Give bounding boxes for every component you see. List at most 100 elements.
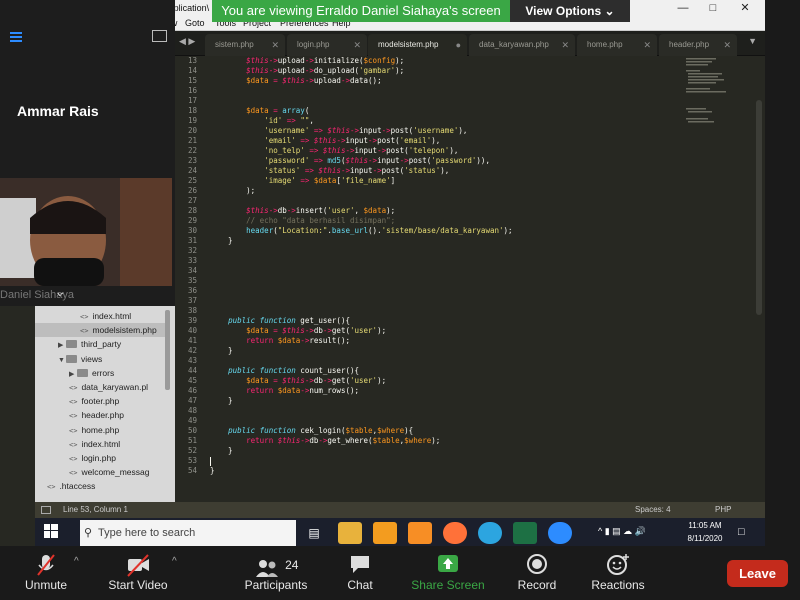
line-number: 43 — [187, 356, 197, 365]
participants-button[interactable]: 24 Participants — [240, 552, 312, 598]
telegram-icon[interactable] — [478, 522, 502, 544]
line-number: 18 — [187, 106, 197, 115]
folder-icon — [77, 368, 88, 377]
unsaved-dot-icon[interactable]: ● — [456, 34, 461, 56]
tab-close-icon[interactable]: ✕ — [353, 34, 361, 56]
sublime-text-icon[interactable] — [408, 522, 432, 544]
record-button[interactable]: Record — [514, 552, 560, 598]
share-screen-icon — [410, 552, 486, 578]
audio-options-caret-icon[interactable]: ^ — [74, 556, 79, 567]
indent-setting[interactable]: Spaces: 4 — [635, 502, 671, 518]
participant-video[interactable] — [0, 178, 172, 286]
line-number: 40 — [187, 326, 197, 335]
windows-start-icon[interactable] — [44, 524, 58, 538]
line-number: 22 — [187, 146, 197, 155]
firefox-icon[interactable] — [443, 522, 467, 544]
sidebar-file[interactable]: <> login.php — [35, 451, 165, 465]
search-icon: ⚲ — [84, 527, 93, 539]
menu-item[interactable]: Goto — [185, 18, 205, 28]
minimap[interactable] — [682, 56, 752, 502]
sidebar-item-label: views — [81, 353, 103, 364]
sidebar-item-label: .htaccess — [59, 481, 96, 492]
tab-close-icon[interactable]: ✕ — [271, 34, 279, 56]
leave-button[interactable]: Leave — [727, 560, 788, 587]
tab-close-icon[interactable]: ✕ — [643, 34, 651, 56]
notification-icon[interactable]: □ — [738, 526, 745, 538]
sidebar-file[interactable]: <> header.php — [35, 408, 165, 422]
tab-nav-arrows-icon[interactable]: ◀ ▶ — [179, 36, 195, 47]
sidebar-file[interactable]: <> welcome_messag — [35, 465, 165, 479]
sidebar-file[interactable]: <> modelsistem.php — [35, 323, 165, 338]
panel-menu-icon[interactable] — [10, 30, 22, 42]
start-video-label: Start Video — [108, 578, 168, 592]
line-number: 21 — [187, 136, 197, 145]
sidebar-file[interactable]: <> index.html — [35, 309, 165, 323]
code-line: header("Location:".base_url().'sistem/ba… — [246, 226, 513, 235]
sidebar-scrollbar[interactable] — [165, 310, 170, 390]
code-line: return $this->db->get_where($table,$wher… — [246, 436, 441, 445]
unmute-label: Unmute — [24, 578, 68, 592]
code-line: $data = $this->db->get('user'); — [246, 376, 387, 385]
sidebar-item-label: login.php — [81, 453, 116, 463]
minimize-icon[interactable]: — — [668, 0, 698, 17]
line-number: 28 — [187, 206, 197, 215]
panel-toggle-icon[interactable] — [41, 506, 51, 514]
tab-overflow-icon[interactable]: ▼ — [748, 36, 757, 46]
code-editor[interactable]: $this->upload->initialize($config); $thi… — [210, 56, 680, 502]
file-explorer-icon[interactable] — [338, 522, 362, 544]
sidebar-file[interactable]: <> footer.php — [35, 394, 165, 408]
close-icon[interactable]: ✕ — [730, 0, 760, 17]
xampp-icon[interactable] — [373, 522, 397, 544]
tab-editor-file[interactable]: data_karyawan.php ✕ — [469, 34, 575, 56]
view-options-button[interactable]: View Options ⌄ — [510, 0, 630, 22]
panel-layout-icon[interactable] — [152, 30, 167, 42]
sidebar-folder[interactable]: ▶ third_party — [35, 337, 165, 351]
unmute-button[interactable]: Unmute — [20, 552, 72, 598]
line-number: 13 — [187, 56, 197, 65]
sidebar-folder[interactable]: ▼ views — [35, 352, 165, 366]
task-view-icon[interactable]: ▤ — [302, 522, 326, 544]
taskbar-clock[interactable]: 11:05 AM 8/11/2020 — [676, 519, 734, 545]
system-tray-icons[interactable]: ^ ▮ ▤ ☁ 🔊 — [598, 526, 646, 537]
code-line: } — [210, 446, 233, 455]
tab-editor-file[interactable]: sistem.php ✕ — [205, 34, 285, 56]
editor-tab-bar: ◀ ▶ ▼ sistem.php ✕ login.php ✕ modelsistem.p… — [175, 31, 765, 56]
editor-scrollbar[interactable] — [756, 100, 762, 315]
sidebar-file[interactable]: <> index.html — [35, 437, 165, 451]
share-screen-button[interactable]: Share Screen — [410, 552, 486, 598]
line-number: 39 — [187, 316, 197, 325]
share-screen-label: Share Screen — [411, 578, 485, 592]
tab-close-icon[interactable]: ✕ — [561, 34, 569, 56]
sidebar-folder[interactable]: ▶ errors — [35, 366, 165, 380]
right-margin — [765, 0, 800, 546]
start-video-button[interactable]: Start Video — [104, 552, 172, 598]
chat-button[interactable]: Chat — [340, 552, 380, 598]
code-line: 'image' => $data['file_name'] — [264, 176, 396, 185]
code-line: return $data->num_rows(); — [246, 386, 360, 395]
reactions-button[interactable]: Reactions — [588, 552, 648, 598]
taskbar-search-input[interactable]: ⚲ Type here to search — [80, 520, 296, 546]
code-line: } — [210, 466, 215, 475]
tab-close-icon[interactable]: ✕ — [723, 34, 731, 56]
line-number: 26 — [187, 186, 197, 195]
tab-editor-file[interactable]: modelsistem.php ● — [368, 34, 467, 56]
syntax-setting[interactable]: PHP — [715, 502, 731, 518]
code-line: } — [210, 346, 233, 355]
file-icon: <> — [69, 469, 78, 478]
excel-icon[interactable] — [513, 522, 537, 544]
maximize-icon[interactable]: □ — [698, 0, 728, 17]
file-icon: <> — [80, 327, 89, 336]
file-icon: <> — [69, 426, 78, 435]
participants-label: Participants — [244, 578, 308, 592]
sidebar-file[interactable]: <> home.php — [35, 423, 165, 437]
participant-video-panel: Ammar Rais ⌄ Daniel Siahaya — [0, 0, 175, 306]
tab-editor-file[interactable]: header.php ✕ — [659, 34, 737, 56]
tab-editor-file[interactable]: home.php ✕ — [577, 34, 657, 56]
zoom-app-icon[interactable] — [548, 522, 572, 544]
record-icon — [514, 552, 560, 578]
tab-label: modelsistem.php — [378, 40, 439, 49]
sidebar-file[interactable]: <> data_karyawan.pl — [35, 380, 165, 394]
tab-editor-file[interactable]: login.php ✕ — [287, 34, 367, 56]
video-options-caret-icon[interactable]: ^ — [172, 556, 177, 567]
sidebar-file[interactable]: <> .htaccess — [35, 479, 165, 493]
